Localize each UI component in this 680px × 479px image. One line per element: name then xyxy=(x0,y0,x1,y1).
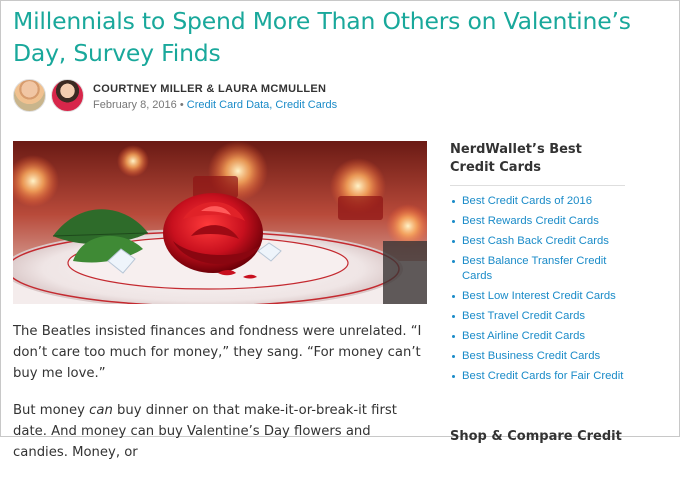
paragraph: The Beatles insisted finances and fondne… xyxy=(13,324,422,381)
sidebar-link[interactable]: Best Credit Cards of 2016 xyxy=(450,194,625,209)
article-body: The Beatles insisted finances and fondne… xyxy=(13,321,429,479)
author-block: COURTNEY MILLER & LAURA MCMULLEN Februar… xyxy=(13,79,463,115)
emphasis: can xyxy=(89,403,113,418)
paragraph: But money can buy dinner on that make-it… xyxy=(13,403,397,460)
article-meta: February 8, 2016 • Credit Card Data, Cre… xyxy=(93,99,337,111)
author-names[interactable]: COURTNEY MILLER & LAURA MCMULLEN xyxy=(93,83,326,95)
sidebar-heading: NerdWallet’s Best Credit Cards xyxy=(450,141,625,186)
sidebar-link[interactable]: Best Rewards Credit Cards xyxy=(450,214,625,229)
category-links[interactable]: Credit Card Data, Credit Cards xyxy=(187,99,337,111)
sidebar: NerdWallet’s Best Credit Cards Best Cred… xyxy=(450,141,625,444)
sidebar-link[interactable]: Best Balance Transfer Credit Cards xyxy=(450,254,625,284)
sidebar-link[interactable]: Best Cash Back Credit Cards xyxy=(450,234,625,249)
sidebar-link[interactable]: Best Business Credit Cards xyxy=(450,349,625,364)
sidebar-link[interactable]: Best Low Interest Credit Cards xyxy=(450,289,625,304)
rose-on-plate-photo xyxy=(13,141,427,304)
hero-image xyxy=(13,141,427,304)
publish-date: February 8, 2016 xyxy=(93,99,177,111)
sidebar-heading-shop: Shop & Compare Credit xyxy=(450,429,622,444)
sidebar-link[interactable]: Best Travel Credit Cards xyxy=(450,309,625,324)
meta-separator: • xyxy=(179,99,184,111)
author-avatar-courtney[interactable] xyxy=(13,79,46,112)
author-avatar-laura[interactable] xyxy=(51,79,84,112)
sidebar-link[interactable]: Best Credit Cards for Fair Credit xyxy=(450,369,625,384)
sidebar-link-list: Best Credit Cards of 2016 Best Rewards C… xyxy=(450,194,625,384)
sidebar-link[interactable]: Best Airline Credit Cards xyxy=(450,329,625,344)
article-title: Millennials to Spend More Than Others on… xyxy=(13,7,631,67)
